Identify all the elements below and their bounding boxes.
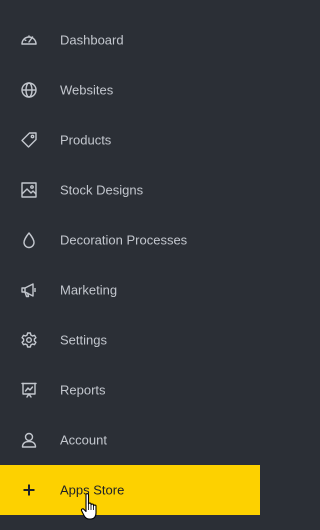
sidebar-item-label: Reports xyxy=(60,382,106,398)
sidebar-footer-strip xyxy=(0,515,260,530)
report-chart-icon xyxy=(20,381,38,399)
sidebar-item-products[interactable]: Products xyxy=(0,115,260,165)
sidebar-item-account[interactable]: Account xyxy=(0,415,260,465)
sidebar-item-label: Settings xyxy=(60,332,107,348)
user-icon xyxy=(20,431,38,449)
sidebar-item-dashboard[interactable]: Dashboard xyxy=(0,15,260,65)
sidebar-item-label: Decoration Processes xyxy=(60,232,188,248)
sidebar-item-marketing[interactable]: Marketing xyxy=(0,265,260,315)
sidebar-item-label: Stock Designs xyxy=(60,182,144,198)
globe-icon xyxy=(20,81,38,99)
sidebar-item-label: Account xyxy=(60,432,107,448)
image-icon xyxy=(20,181,38,199)
droplet-icon xyxy=(20,231,38,249)
hand-pointer-cursor-icon xyxy=(80,493,97,520)
sidebar-item-label: Products xyxy=(60,132,112,148)
sidebar-item-stock-designs[interactable]: Stock Designs xyxy=(0,165,260,215)
dashboard-gauge-icon xyxy=(20,31,38,49)
sidebar-item-decoration-processes[interactable]: Decoration Processes xyxy=(0,215,260,265)
sidebar-item-label: Websites xyxy=(60,82,114,98)
tag-icon xyxy=(20,131,38,149)
sidebar-item-websites[interactable]: Websites xyxy=(0,65,260,115)
plus-icon xyxy=(20,481,38,499)
sidebar-item-reports[interactable]: Reports xyxy=(0,365,260,415)
sidebar-item-label: Dashboard xyxy=(60,32,124,48)
megaphone-icon xyxy=(20,281,38,299)
sidebar-item-label: Marketing xyxy=(60,282,118,298)
gear-icon xyxy=(20,331,38,349)
sidebar-item-apps-store[interactable]: Apps Store xyxy=(0,465,260,515)
sidebar-nav: Dashboard Websites Products Stock Design… xyxy=(0,15,260,515)
sidebar-item-settings[interactable]: Settings xyxy=(0,315,260,365)
